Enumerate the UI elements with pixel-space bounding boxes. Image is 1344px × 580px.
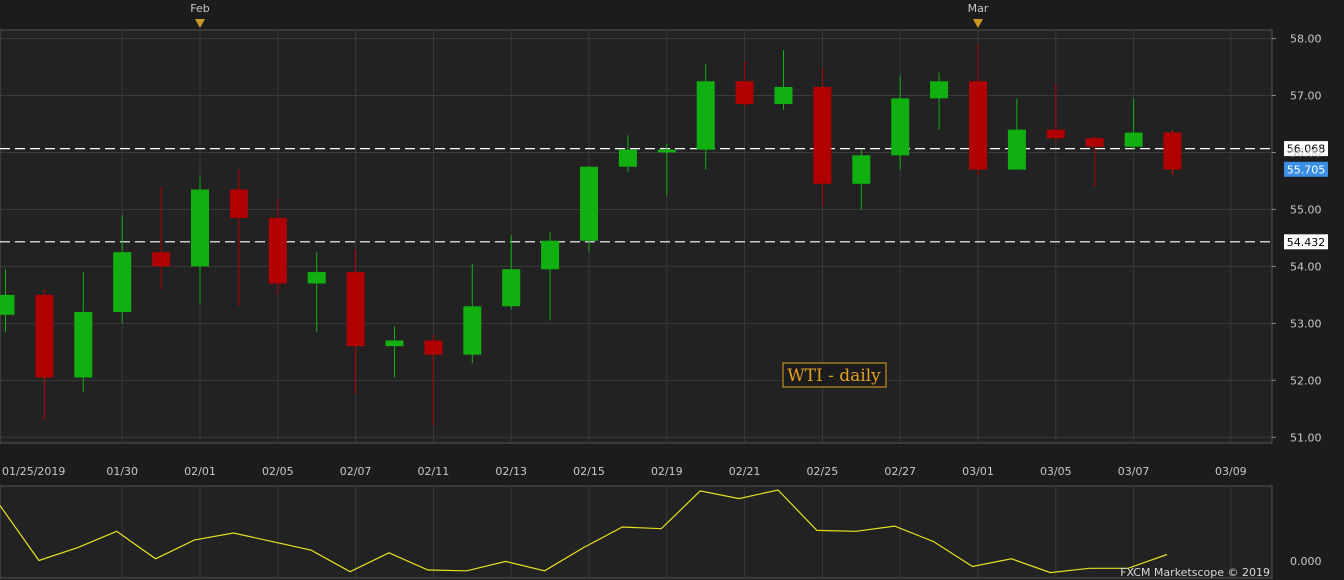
candle-body — [657, 149, 676, 153]
x-tick-label: 02/27 — [884, 465, 916, 478]
candle-body — [852, 155, 871, 184]
x-tick-label: 01/25/2019 — [2, 465, 65, 478]
y-tick-label: 53.00 — [1290, 317, 1322, 330]
candle-body — [891, 98, 910, 156]
candle-body — [229, 189, 248, 218]
x-tick-label: 03/01 — [962, 465, 994, 478]
candle-body — [113, 252, 132, 312]
candle-body — [74, 311, 93, 378]
candle-body — [152, 252, 171, 267]
candle-body — [1124, 132, 1143, 147]
x-tick-label: 01/30 — [106, 465, 138, 478]
x-tick-label: 02/15 — [573, 465, 605, 478]
x-tick-label: 02/19 — [651, 465, 683, 478]
annotation-box: WTI - daily — [782, 362, 887, 388]
month-marker-icon — [195, 19, 205, 28]
candle-body — [307, 272, 326, 284]
x-tick-label: 03/05 — [1040, 465, 1072, 478]
candle-body — [35, 294, 54, 378]
x-tick-label: 02/25 — [807, 465, 839, 478]
candle-body — [1085, 138, 1104, 147]
candle-body — [0, 294, 15, 315]
candle-body — [813, 86, 832, 184]
y-tick-label: 55.00 — [1290, 203, 1322, 216]
candle-body — [385, 340, 404, 347]
copyright-text: FXCM Marketscope © 2019 — [1120, 566, 1270, 579]
y-tick-label: 56.00 — [1290, 146, 1322, 159]
annotation-text: WTI - daily — [787, 366, 881, 386]
candle-body — [1007, 129, 1026, 170]
x-tick-label: 02/21 — [729, 465, 761, 478]
candle-body — [191, 189, 209, 267]
x-tick-label: 02/11 — [418, 465, 450, 478]
x-tick-label: 02/05 — [262, 465, 294, 478]
current-price-label: 55.705 — [1287, 163, 1326, 176]
x-tick-label: 02/13 — [495, 465, 527, 478]
candle-body — [463, 306, 482, 355]
x-tick-label: 02/01 — [184, 465, 216, 478]
candle-body — [735, 81, 754, 105]
y-tick-label: 57.00 — [1290, 90, 1322, 103]
candle-body — [424, 340, 443, 355]
y-tick-label: 58.00 — [1290, 33, 1322, 46]
candle-body — [1163, 132, 1182, 170]
candle-body — [930, 81, 949, 99]
candle-body — [618, 149, 637, 167]
month-marker-icon — [973, 19, 983, 28]
candle-body — [541, 240, 560, 270]
y-tick-label: 51.00 — [1290, 431, 1322, 444]
x-tick-label: 02/07 — [340, 465, 372, 478]
candle-body — [268, 217, 287, 284]
oscillator-axis-label: 0.000 — [1290, 555, 1322, 568]
x-tick-label: 03/09 — [1215, 465, 1247, 478]
price-tag-label: 54.432 — [1287, 236, 1326, 249]
x-axis: 01/25/2019 01/30 02/01 02/05 02/07 02/11 02/13… — [2, 465, 1247, 478]
candle-body — [696, 81, 715, 150]
candle-body — [580, 166, 598, 241]
x-tick-label: 03/07 — [1118, 465, 1150, 478]
month-label: Feb — [190, 2, 209, 15]
candle-body — [346, 272, 365, 347]
month-markers: Feb Mar — [190, 2, 989, 28]
candle-body — [502, 269, 521, 307]
y-tick-label: 52.00 — [1290, 374, 1322, 387]
candle-body — [774, 86, 793, 105]
candle-body — [969, 81, 987, 170]
month-label: Mar — [968, 2, 989, 15]
candlestick-chart[interactable]: 56.06854.43255.705 58.0057.0056.0055.005… — [0, 0, 1344, 580]
candle-body — [1046, 129, 1065, 139]
main-panel — [0, 29, 1273, 444]
oscillator-panel — [0, 485, 1273, 579]
y-tick-label: 54.00 — [1290, 260, 1322, 273]
